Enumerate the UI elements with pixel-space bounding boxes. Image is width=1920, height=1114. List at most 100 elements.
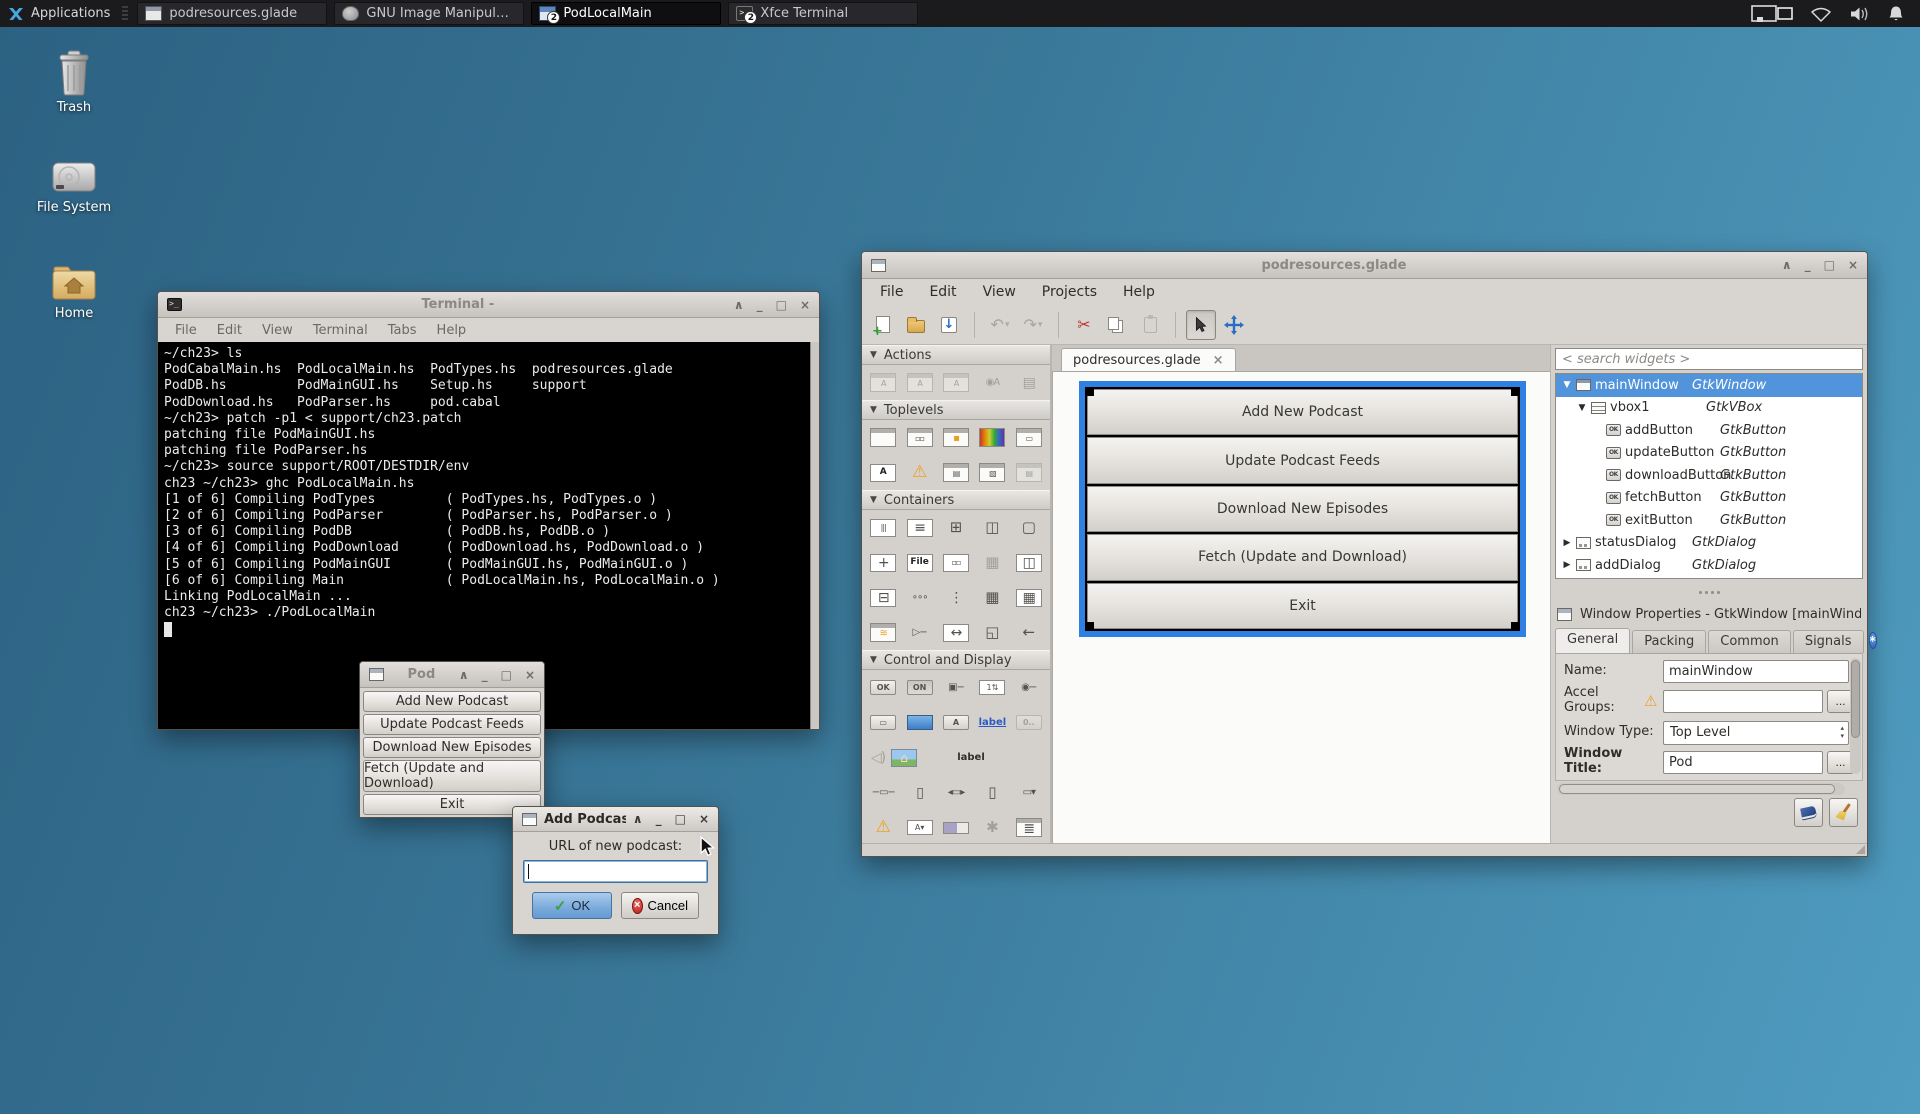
properties-horizontal-scrollbar[interactable]: [1557, 783, 1845, 795]
url-input[interactable]: [523, 860, 708, 883]
layout-icon[interactable]: ▦: [979, 588, 1005, 608]
combo-box-icon[interactable]: ▭▾: [1016, 783, 1042, 803]
file-chooser-button-icon[interactable]: ▭: [870, 715, 896, 730]
horizontal-panes-icon[interactable]: ◫: [1016, 554, 1042, 572]
shade-button[interactable]: ∧: [633, 813, 643, 825]
wifi-icon[interactable]: [1810, 5, 1832, 23]
action-icon[interactable]: A: [870, 373, 896, 392]
glade-menu-edit[interactable]: Edit: [916, 281, 969, 303]
radio-button-icon[interactable]: ◉−: [1016, 678, 1042, 698]
image-icon[interactable]: ⌂: [891, 749, 917, 767]
new-button[interactable]: +: [868, 310, 898, 340]
tree-row-exitbutton[interactable]: exitButtonGtkButton: [1556, 509, 1862, 532]
selection-handle[interactable]: [1511, 622, 1518, 629]
dialog-icon[interactable]: ▫▫: [907, 428, 933, 447]
close-button[interactable]: ×: [800, 299, 810, 311]
minimize-button[interactable]: _: [1805, 259, 1811, 271]
tree-row-adddialog[interactable]: ▶addDialogGtkDialog: [1556, 554, 1862, 577]
hbox-icon[interactable]: |||: [870, 519, 896, 537]
paste-button[interactable]: [1135, 310, 1165, 340]
copy-button[interactable]: [1102, 310, 1132, 340]
spinner-arrows-icon[interactable]: ▴▾: [1840, 723, 1844, 743]
tree-row-mainwindow[interactable]: ▼mainWindowGtkWindow: [1556, 374, 1862, 397]
pod-button-fetch-update-and-download-[interactable]: Fetch (Update and Download): [363, 760, 541, 792]
vertical-scrollbar-icon[interactable]: ▯: [979, 783, 1005, 803]
palette-section-containers[interactable]: ▼Containers: [862, 490, 1050, 510]
documentation-button[interactable]: [1794, 798, 1823, 827]
color-selection-dialog-icon[interactable]: [979, 428, 1005, 447]
about-dialog-icon[interactable]: ▪: [943, 428, 969, 447]
dropdown-arrow-icon[interactable]: ▾: [1038, 320, 1043, 330]
button-icon[interactable]: OK: [870, 680, 896, 695]
properties-tab-signals[interactable]: Signals: [1793, 630, 1864, 653]
expander-icon[interactable]: ▼: [1560, 380, 1574, 390]
action-group-icon[interactable]: ▤: [1016, 373, 1042, 393]
save-button[interactable]: ↓: [934, 310, 964, 340]
pod-button-update-podcast-feeds[interactable]: Update Podcast Feeds: [363, 714, 541, 735]
notebook-icon[interactable]: ◫: [979, 518, 1005, 538]
file-chooser-dialog-icon[interactable]: ▭: [1016, 428, 1042, 447]
properties-vertical-scrollbar[interactable]: [1850, 658, 1861, 774]
minimize-button[interactable]: _: [482, 669, 488, 681]
desktop-icon-filesystem[interactable]: File System: [28, 158, 120, 215]
properties-tab-general[interactable]: General: [1555, 628, 1630, 653]
terminal-scrollbar[interactable]: [810, 342, 819, 729]
maximize-button[interactable]: □: [776, 299, 787, 311]
close-button[interactable]: ×: [1848, 259, 1858, 271]
taskbar-button-xfce-terminal[interactable]: 2Xfce Terminal: [728, 2, 918, 25]
window-icon[interactable]: [870, 428, 896, 447]
design-selected-window[interactable]: Add New PodcastUpdate Podcast FeedsDownl…: [1079, 381, 1526, 637]
tree-row-downloadbutton[interactable]: downloadButtonGtkButton: [1556, 464, 1862, 487]
design-button-exit[interactable]: Exit: [1087, 583, 1518, 629]
selection-handle[interactable]: [1087, 622, 1094, 629]
terminal-menu-help[interactable]: Help: [428, 321, 476, 340]
name-field[interactable]: [1663, 660, 1849, 683]
terminal-titlebar[interactable]: Terminal - ∧ _ □ ×: [158, 292, 819, 318]
tree-row-updatebutton[interactable]: updateButtonGtkButton: [1556, 442, 1862, 465]
design-button-download-new-episodes[interactable]: Download New Episodes: [1087, 486, 1518, 532]
close-tab-icon[interactable]: ×: [1213, 353, 1224, 368]
properties-tab-common[interactable]: Common: [1708, 630, 1791, 653]
glade-titlebar[interactable]: podresources.glade ∧ _ □ ×: [862, 252, 1867, 279]
vertical-panes-icon[interactable]: ⊟: [870, 589, 896, 607]
font-selection-dialog-icon[interactable]: A: [870, 464, 896, 482]
pod-button-add-new-podcast[interactable]: Add New Podcast: [363, 691, 541, 712]
tab-podresources-glade[interactable]: podresources.glade ×: [1061, 348, 1236, 371]
tree-row-statusdialog[interactable]: ▶statusDialogGtkDialog: [1556, 532, 1862, 555]
selection-handle[interactable]: [1511, 389, 1518, 396]
taskbar-button-gnu-image-manipulation-[interactable]: GNU Image Manipulation ...: [334, 2, 524, 25]
shade-button[interactable]: ∧: [734, 299, 744, 311]
maximize-button[interactable]: □: [675, 813, 686, 825]
design-button-update-podcast-feeds[interactable]: Update Podcast Feeds: [1087, 437, 1518, 483]
horizontal-button-box-icon[interactable]: ▫▫: [943, 554, 969, 572]
taskbar-button-podlocalmain[interactable]: 2PodLocalMain: [531, 2, 721, 25]
toggle-action-icon[interactable]: A: [907, 373, 933, 392]
add-podcast-titlebar[interactable]: Add Podcast ∧ _ □ ×: [513, 807, 718, 832]
design-button-add-new-podcast[interactable]: Add New Podcast: [1087, 389, 1518, 435]
window-title-field[interactable]: [1663, 751, 1823, 774]
close-button[interactable]: ×: [699, 813, 709, 825]
widget-search-input[interactable]: [1555, 348, 1863, 370]
spin-button-icon[interactable]: 1⇅: [979, 680, 1005, 695]
volume-icon[interactable]: ◁): [865, 748, 891, 768]
handle-box-icon[interactable]: ≋: [870, 623, 896, 642]
ok-button[interactable]: ✓ OK: [532, 892, 612, 919]
icon-view-icon[interactable]: ▦: [1016, 589, 1042, 607]
table-icon[interactable]: ⊞: [943, 518, 969, 538]
undo-button[interactable]: ↶▾: [985, 310, 1015, 340]
display-icon[interactable]: [1751, 4, 1793, 24]
paned-resize-handle[interactable]: [1551, 585, 1867, 599]
toolbar-icon[interactable]: ▦: [979, 553, 1005, 573]
expander-icon[interactable]: ▶: [1560, 560, 1574, 570]
volume-button-icon[interactable]: 0..: [1016, 715, 1042, 730]
glade-menu-help[interactable]: Help: [1110, 281, 1168, 303]
toggle-button-icon[interactable]: ON: [907, 680, 933, 695]
maximize-button[interactable]: □: [1824, 259, 1835, 271]
redo-button[interactable]: ↷▾: [1018, 310, 1048, 340]
properties-tab-packing[interactable]: Packing: [1632, 630, 1706, 653]
cancel-button[interactable]: × Cancel: [621, 892, 699, 919]
window-type-select[interactable]: Top Level ▴▾: [1663, 721, 1849, 745]
color-button-icon[interactable]: [907, 715, 933, 730]
radio-action-icon[interactable]: A: [943, 373, 969, 392]
open-button[interactable]: [901, 310, 931, 340]
